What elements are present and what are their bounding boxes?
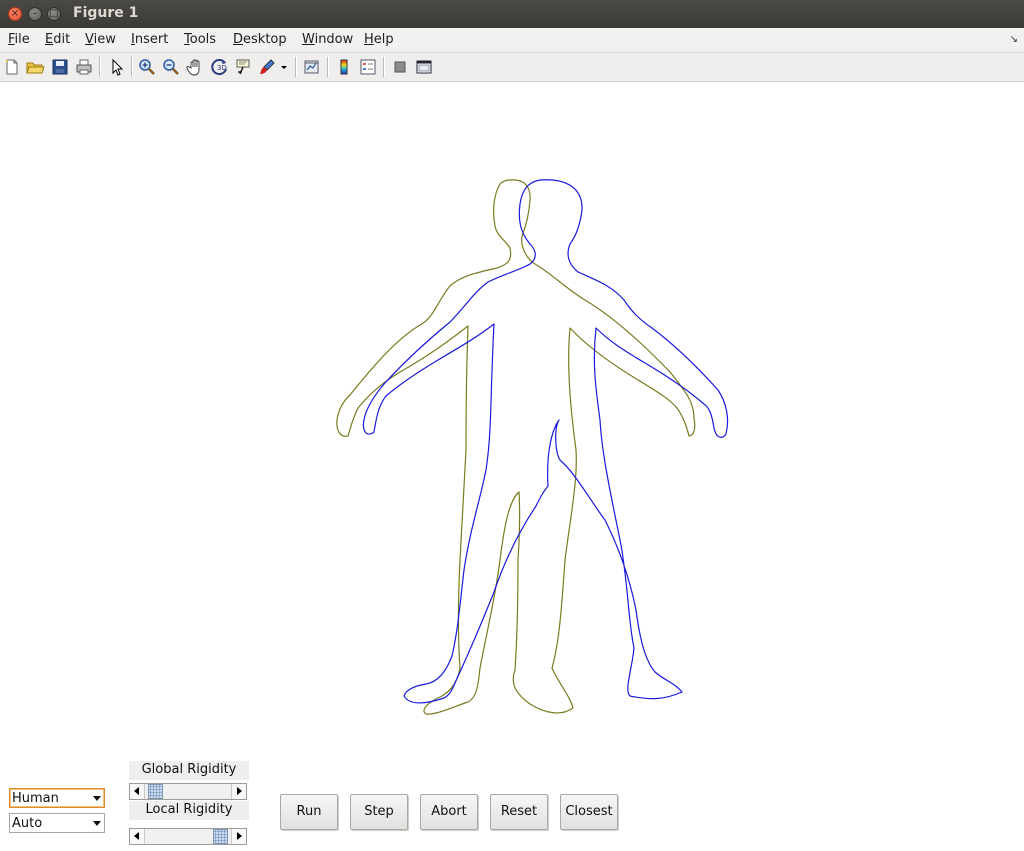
slider-left-arrow-button[interactable]: [130, 784, 145, 799]
closest-button[interactable]: Closest: [560, 794, 618, 830]
zoom-in-icon[interactable]: [137, 57, 157, 77]
local-rigidity-slider[interactable]: [129, 828, 247, 845]
shape-select[interactable]: Human: [9, 788, 105, 808]
menu-edit[interactable]: Edit: [45, 32, 70, 47]
toolbar-separator: [131, 57, 133, 77]
global-rigidity-slider[interactable]: [129, 783, 247, 800]
shape-select-value: Human: [12, 791, 59, 806]
pan-hand-icon[interactable]: [186, 57, 206, 77]
brush-icon[interactable]: [257, 57, 277, 77]
figure-toolbar: 3D: [0, 53, 1024, 82]
step-button[interactable]: Step: [350, 794, 408, 830]
reset-button[interactable]: Reset: [490, 794, 548, 830]
menu-window[interactable]: Window: [302, 32, 353, 47]
slider-right-arrow-button[interactable]: [231, 829, 246, 844]
toolbar-separator: [295, 57, 297, 77]
global-rigidity-label: Global Rigidity: [129, 761, 249, 780]
minimize-window-button[interactable]: –: [28, 7, 42, 21]
dock-figure-icon[interactable]: ↘: [1010, 34, 1018, 45]
arrow-right-icon: [237, 787, 242, 795]
data-cursor-icon[interactable]: [234, 57, 254, 77]
window-title: Figure 1: [73, 5, 139, 21]
close-icon: ×: [10, 8, 20, 19]
menu-desktop[interactable]: Desktop: [233, 32, 287, 47]
window-titlebar: × – □ Figure 1: [0, 0, 1024, 28]
mode-select[interactable]: Auto: [9, 813, 105, 833]
slider-right-arrow-button[interactable]: [231, 784, 246, 799]
new-figure-icon[interactable]: [2, 57, 22, 77]
rotate-3d-icon[interactable]: 3D: [210, 57, 230, 77]
menu-view[interactable]: View: [85, 32, 116, 47]
chevron-down-icon: [93, 821, 101, 826]
shape-plot: [336, 179, 729, 715]
local-rigidity-label: Local Rigidity: [129, 801, 249, 820]
local-rigidity-thumb[interactable]: [213, 829, 228, 844]
reference-shape-contour: [336, 179, 696, 715]
abort-button[interactable]: Abort: [420, 794, 478, 830]
link-plot-icon[interactable]: [302, 57, 322, 77]
menu-help[interactable]: Help: [364, 32, 394, 47]
colorbar-icon[interactable]: [334, 57, 354, 77]
maximize-window-button[interactable]: □: [47, 7, 61, 21]
brush-dropdown-icon[interactable]: [279, 57, 289, 77]
close-window-button[interactable]: ×: [8, 7, 22, 21]
hide-plot-tools-icon[interactable]: [390, 57, 410, 77]
print-icon[interactable]: [74, 57, 94, 77]
maximize-icon: □: [49, 8, 59, 19]
global-rigidity-thumb[interactable]: [148, 784, 163, 799]
show-plot-tools-icon[interactable]: [414, 57, 434, 77]
arrow-left-icon: [134, 832, 139, 840]
slider-left-arrow-button[interactable]: [130, 829, 145, 844]
toolbar-separator: [327, 57, 329, 77]
svg-text:3D: 3D: [217, 64, 227, 72]
toolbar-separator: [383, 57, 385, 77]
deformed-shape-contour: [362, 179, 729, 704]
menu-bar: File Edit View Insert Tools Desktop Wind…: [0, 28, 1024, 53]
figure-axes-area[interactable]: [0, 82, 1024, 762]
menu-file[interactable]: File: [8, 32, 30, 47]
minimize-icon: –: [32, 8, 38, 19]
arrow-right-icon: [237, 832, 242, 840]
zoom-out-icon[interactable]: [161, 57, 181, 77]
edit-plot-arrow-icon[interactable]: [107, 57, 127, 77]
open-file-icon[interactable]: [25, 57, 45, 77]
menu-tools[interactable]: Tools: [184, 32, 216, 47]
arrow-left-icon: [134, 787, 139, 795]
mode-select-value: Auto: [12, 816, 43, 831]
legend-icon[interactable]: [358, 57, 378, 77]
menu-insert[interactable]: Insert: [131, 32, 168, 47]
run-button[interactable]: Run: [280, 794, 338, 830]
toolbar-separator: [99, 57, 101, 77]
save-icon[interactable]: [50, 57, 70, 77]
chevron-down-icon: [93, 796, 101, 801]
